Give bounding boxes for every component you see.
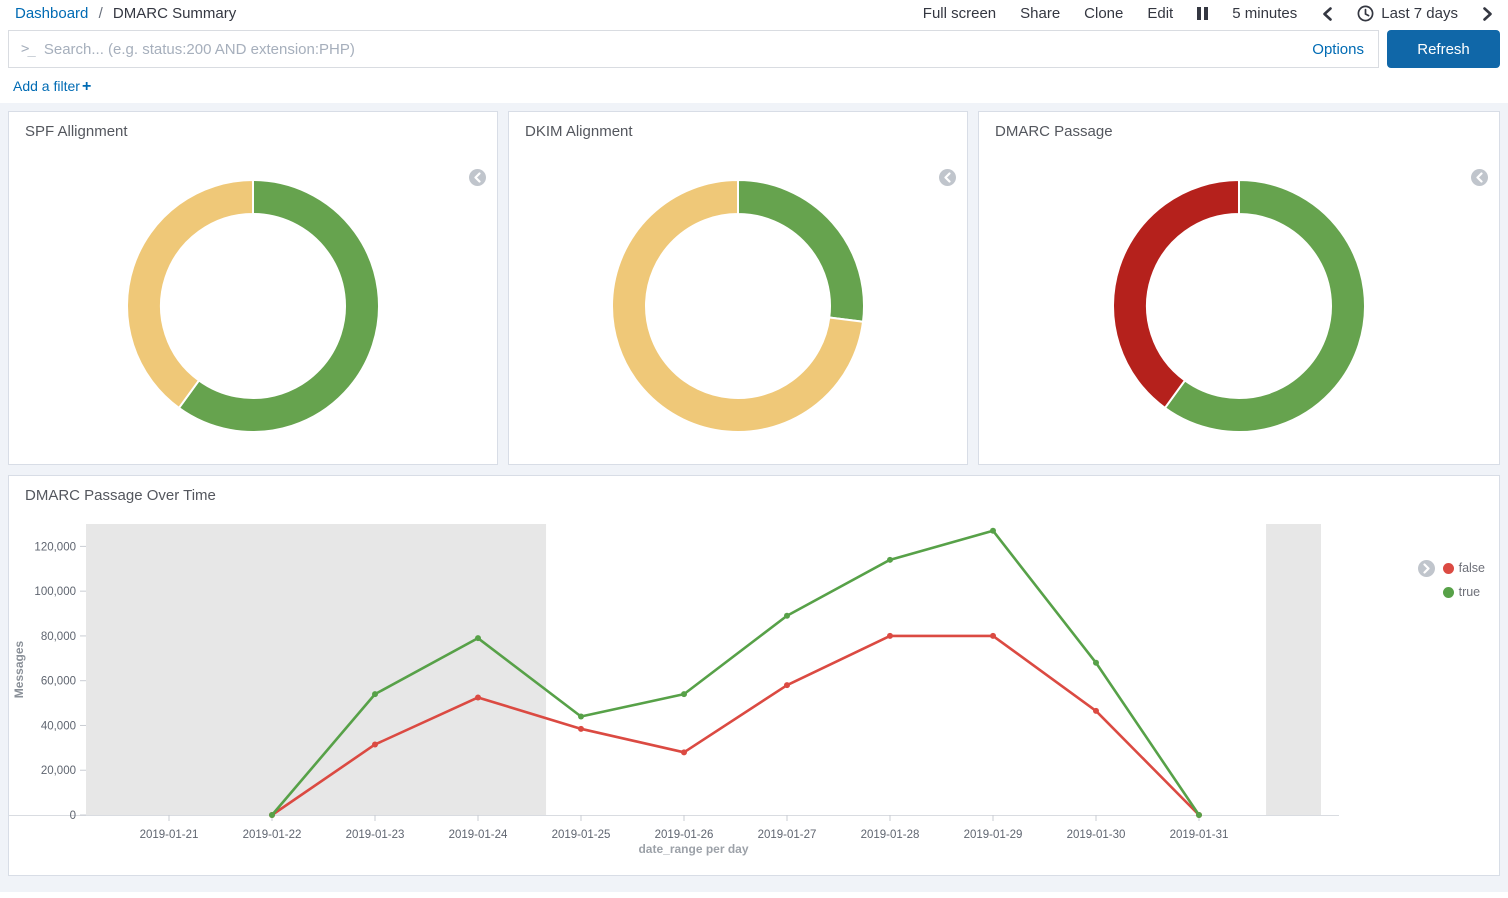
spf-donut-chart[interactable]: [125, 178, 381, 434]
false-series-dot-icon: [1443, 563, 1454, 574]
panel-dkim-alignment: DKIM Alignment: [508, 111, 968, 465]
chevron-right-icon: [1482, 6, 1494, 22]
panel-title: DMARC Passage Over Time: [9, 476, 1499, 504]
dashboard-grid: SPF Allignment DKIM Alignment DMARC Pass…: [0, 103, 1508, 892]
svg-text:date_range per day: date_range per day: [638, 842, 748, 856]
chart-legend: false true: [1418, 560, 1485, 599]
svg-text:20,000: 20,000: [41, 765, 76, 777]
chevron-left-icon: [1321, 6, 1333, 22]
search-box[interactable]: >_ Options: [8, 30, 1379, 68]
search-input[interactable]: [44, 41, 1312, 58]
filter-bar: Add a filter+: [13, 78, 1508, 96]
svg-text:2019-01-27: 2019-01-27: [758, 829, 817, 841]
chevron-left-icon: [473, 172, 482, 183]
clone-button[interactable]: Clone: [1084, 5, 1123, 22]
legend-expand-button[interactable]: [1418, 560, 1435, 577]
chevron-left-icon: [943, 172, 952, 183]
dmarc-donut-chart[interactable]: [1111, 178, 1367, 434]
panel-title: DKIM Alignment: [509, 112, 967, 140]
panel-dmarc-passage: DMARC Passage: [978, 111, 1500, 465]
svg-text:40,000: 40,000: [41, 720, 76, 732]
plus-icon: +: [82, 78, 91, 95]
svg-text:2019-01-22: 2019-01-22: [243, 829, 302, 841]
svg-text:2019-01-30: 2019-01-30: [1067, 829, 1126, 841]
dkim-donut-chart[interactable]: [610, 178, 866, 434]
svg-text:60,000: 60,000: [41, 676, 76, 688]
breadcrumb: Dashboard / DMARC Summary: [15, 5, 236, 22]
chevron-right-icon: [1422, 563, 1431, 574]
legend-item-true[interactable]: true: [1443, 585, 1485, 599]
top-bar: Dashboard / DMARC Summary Full screen Sh…: [0, 0, 1508, 24]
query-prompt-icon: >_: [21, 41, 34, 57]
svg-text:2019-01-31: 2019-01-31: [1170, 829, 1229, 841]
svg-text:2019-01-25: 2019-01-25: [552, 829, 611, 841]
panel-dmarc-passage-over-time: DMARC Passage Over Time 0 20,000 40,000 60,…: [8, 475, 1500, 876]
svg-text:120,000: 120,000: [34, 541, 76, 553]
add-filter-label: Add a filter: [13, 78, 80, 94]
timeline-chart-area: 0 20,000 40,000 60,000 80,000 100,000 120,000 M…: [9, 506, 1499, 867]
svg-text:Messages: Messages: [12, 640, 26, 698]
time-range-button[interactable]: Last 7 days: [1357, 5, 1458, 22]
svg-text:100,000: 100,000: [34, 586, 76, 598]
refresh-interval-button[interactable]: 5 minutes: [1232, 5, 1297, 22]
svg-text:2019-01-21: 2019-01-21: [140, 829, 199, 841]
svg-text:2019-01-24: 2019-01-24: [449, 829, 508, 841]
svg-text:0: 0: [70, 810, 76, 822]
true-series-dot-icon: [1443, 587, 1454, 598]
refresh-button[interactable]: Refresh: [1387, 30, 1500, 68]
legend-item-false[interactable]: false: [1443, 561, 1485, 575]
time-forward-button[interactable]: [1482, 6, 1494, 22]
breadcrumb-dashboard-link[interactable]: Dashboard: [15, 5, 88, 22]
time-back-button[interactable]: [1321, 6, 1333, 22]
clock-icon: [1357, 5, 1374, 22]
full-screen-button[interactable]: Full screen: [923, 5, 996, 22]
svg-text:2019-01-26: 2019-01-26: [655, 829, 714, 841]
breadcrumb-separator: /: [99, 5, 103, 22]
panel-title: SPF Allignment: [9, 112, 497, 140]
query-bar: >_ Options Refresh: [8, 30, 1500, 68]
legend-collapse-button[interactable]: [1471, 169, 1488, 186]
edit-button[interactable]: Edit: [1147, 5, 1173, 22]
legend-collapse-button[interactable]: [939, 169, 956, 186]
page-title: DMARC Summary: [113, 5, 236, 22]
share-button[interactable]: Share: [1020, 5, 1060, 22]
svg-text:80,000: 80,000: [41, 631, 76, 643]
svg-text:2019-01-28: 2019-01-28: [861, 829, 920, 841]
legend-label: true: [1459, 585, 1481, 599]
options-link[interactable]: Options: [1312, 41, 1364, 58]
passage-line-chart[interactable]: 0 20,000 40,000 60,000 80,000 100,000 120,000 M…: [9, 506, 1339, 862]
add-filter-link[interactable]: Add a filter+: [13, 78, 91, 94]
panel-spf-allignment: SPF Allignment: [8, 111, 498, 465]
svg-text:2019-01-23: 2019-01-23: [346, 829, 405, 841]
legend-label: false: [1459, 561, 1485, 575]
panel-title: DMARC Passage: [979, 112, 1499, 140]
svg-text:2019-01-29: 2019-01-29: [964, 829, 1023, 841]
chevron-left-icon: [1475, 172, 1484, 183]
pause-icon[interactable]: [1197, 7, 1208, 20]
time-range-label: Last 7 days: [1381, 5, 1458, 22]
top-nav-menu: Full screen Share Clone Edit 5 minutes L…: [923, 5, 1494, 22]
legend-collapse-button[interactable]: [469, 169, 486, 186]
